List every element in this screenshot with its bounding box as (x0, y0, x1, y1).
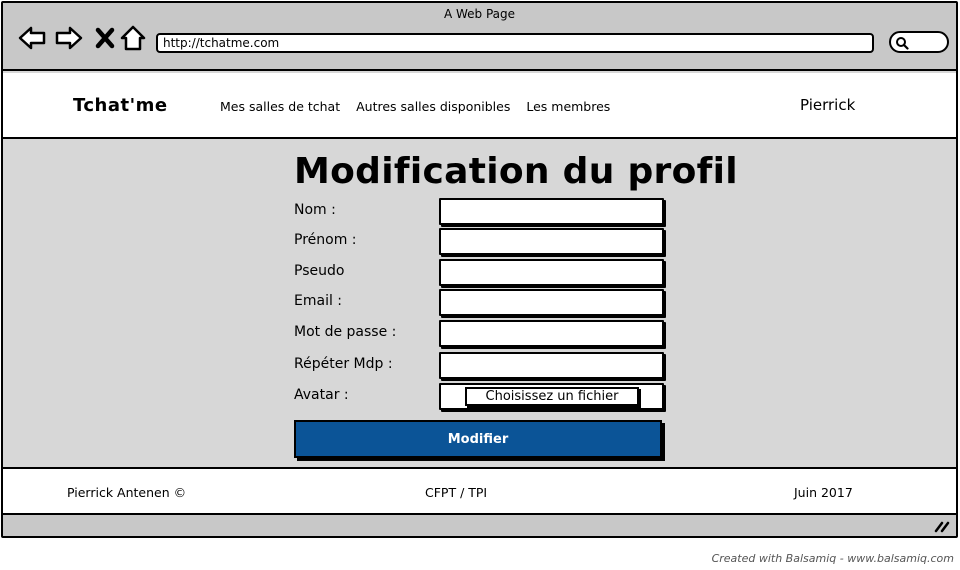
url-bar[interactable]: http://tchatme.com (156, 33, 874, 53)
back-arrow-icon[interactable] (17, 23, 47, 53)
confirm-password-input[interactable] (439, 352, 664, 379)
balsamiq-credit: Created with Balsamiq - www.balsamiq.com (711, 552, 954, 565)
pseudo-label: Pseudo (294, 263, 345, 279)
email-label: Email : (294, 293, 343, 309)
pseudo-input[interactable] (439, 259, 664, 286)
main-nav: Mes salles de tchat Autres salles dispon… (220, 99, 610, 114)
search-icon (896, 37, 909, 50)
form-row-password: Mot de passe : (294, 320, 674, 348)
browser-window: A Web Page http://tchatme.com Tchat'me M… (1, 1, 958, 538)
nav-link-mes-salles[interactable]: Mes salles de tchat (220, 99, 340, 114)
form-row-nom: Nom : (294, 198, 674, 226)
form-row-confirm-password: Répéter Mdp : (294, 352, 674, 380)
close-x-icon[interactable] (91, 23, 121, 53)
choose-file-button[interactable]: Choisissez un fichier (465, 387, 639, 406)
nom-input[interactable] (439, 198, 664, 225)
nav-link-membres[interactable]: Les membres (526, 99, 610, 114)
form-row-prenom: Prénom : (294, 228, 674, 256)
site-footer: Pierrick Antenen © CFPT / TPI Juin 2017 (3, 467, 956, 515)
avatar-file-field: Choisissez un fichier (439, 383, 664, 410)
profile-edit-section: Modification du profil Nom : Prénom : Ps… (3, 141, 956, 467)
site-logo[interactable]: Tchat'me (73, 95, 168, 116)
window-title: A Web Page (443, 7, 516, 21)
form-row-pseudo: Pseudo (294, 259, 674, 287)
modifier-button[interactable]: Modifier (294, 420, 662, 458)
password-label: Mot de passe : (294, 324, 397, 340)
site-header: Tchat'me Mes salles de tchat Autres sall… (3, 73, 956, 139)
nom-label: Nom : (294, 202, 336, 218)
form-row-email: Email : (294, 289, 674, 317)
browser-toolbar: A Web Page http://tchatme.com (3, 3, 956, 71)
forward-arrow-icon[interactable] (54, 23, 84, 53)
password-input[interactable] (439, 320, 664, 347)
footer-date: Juin 2017 (794, 485, 853, 500)
avatar-label: Avatar : (294, 387, 349, 403)
resize-grip-icon[interactable] (934, 519, 950, 533)
nav-link-autres-salles[interactable]: Autres salles disponibles (356, 99, 510, 114)
page-title: Modification du profil (294, 151, 738, 192)
browser-search-box[interactable] (889, 31, 949, 53)
form-row-avatar: Avatar : Choisissez un fichier (294, 383, 674, 411)
browser-status-bar (3, 515, 956, 536)
confirm-password-label: Répéter Mdp : (294, 356, 393, 372)
user-name[interactable]: Pierrick (800, 96, 855, 114)
prenom-input[interactable] (439, 228, 664, 255)
footer-institution: CFPT / TPI (425, 485, 488, 500)
home-icon[interactable] (118, 23, 148, 53)
prenom-label: Prénom : (294, 232, 357, 248)
footer-author: Pierrick Antenen © (67, 485, 187, 500)
email-input[interactable] (439, 289, 664, 316)
